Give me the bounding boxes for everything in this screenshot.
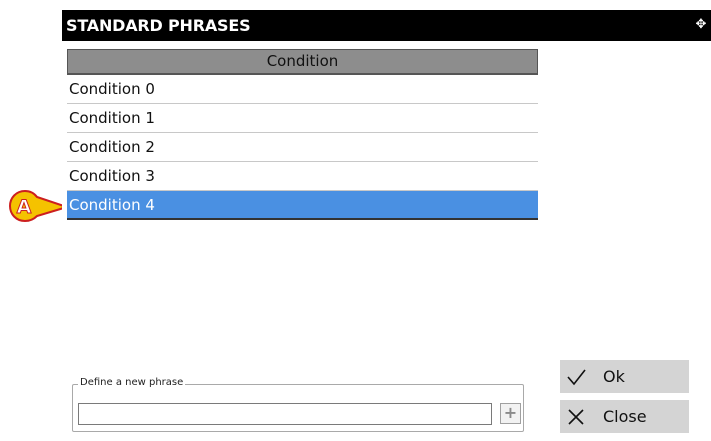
close-label: Close <box>603 407 647 426</box>
check-icon <box>567 369 586 386</box>
dialog-titlebar[interactable]: STANDARD PHRASES ✥ <box>62 10 711 41</box>
close-button[interactable]: Close <box>560 400 689 433</box>
add-phrase-button[interactable]: + <box>500 403 521 424</box>
table-row[interactable]: Condition 3 <box>67 162 538 191</box>
table-row[interactable]: Condition 0 <box>67 75 538 104</box>
move-icon[interactable]: ✥ <box>693 17 709 33</box>
table-row[interactable]: Condition 2 <box>67 133 538 162</box>
phrases-table: Condition Condition 0 Condition 1 Conditio… <box>67 49 538 220</box>
new-phrase-legend: Define a new phrase <box>78 377 186 388</box>
table-row[interactable]: Condition 4 <box>67 191 538 220</box>
new-phrase-input[interactable] <box>78 403 492 425</box>
ok-button[interactable]: Ok <box>560 360 689 393</box>
callout-marker: A <box>9 190 69 222</box>
plus-icon: + <box>503 403 518 422</box>
callout-letter: A <box>17 196 32 218</box>
close-icon <box>568 409 584 425</box>
column-header-condition[interactable]: Condition <box>67 49 538 75</box>
table-row[interactable]: Condition 1 <box>67 104 538 133</box>
table-body: Condition 0 Condition 1 Condition 2 Conditi… <box>67 75 538 220</box>
ok-label: Ok <box>603 367 625 386</box>
dialog-title: STANDARD PHRASES <box>66 16 251 35</box>
new-phrase-group: Define a new phrase + <box>72 377 524 432</box>
